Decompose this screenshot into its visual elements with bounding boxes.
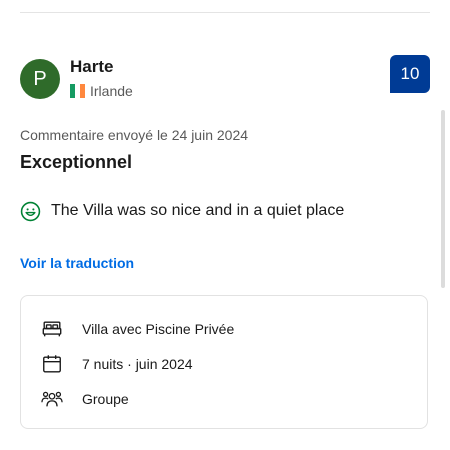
bed-icon [42, 321, 62, 337]
ireland-flag-icon [70, 84, 85, 98]
group-people-icon [41, 391, 63, 407]
review-title: Exceptionnel [20, 152, 133, 172]
calendar-icon [43, 355, 61, 373]
stay-traveler-row: Groupe [41, 388, 129, 410]
top-divider [20, 12, 430, 13]
stay-duration-text: 7 nuits · juin 2024 [82, 356, 193, 372]
stay-duration-row: 7 nuits · juin 2024 [41, 353, 193, 375]
positive-comment: The Villa was so nice and in a quiet pla… [20, 200, 344, 222]
review-score-badge: 10 [390, 55, 430, 93]
scrollbar[interactable] [441, 110, 445, 288]
positive-comment-text: The Villa was so nice and in a quiet pla… [51, 202, 345, 219]
stay-room-text: Villa avec Piscine Privée [82, 321, 235, 337]
avatar-initial: P [33, 67, 47, 90]
avatar: P [20, 59, 60, 99]
see-translation-link[interactable]: Voir la traduction [20, 255, 134, 271]
reviewer-country: Irlande [70, 82, 133, 100]
reviewer-name: Harte [70, 57, 114, 76]
stay-details-card: Villa avec Piscine Privée 7 nuits · juin… [20, 295, 428, 429]
stay-room-row: Villa avec Piscine Privée [41, 318, 234, 340]
smiley-face-icon [20, 201, 41, 221]
review-date: Commentaire envoyé le 24 juin 2024 [20, 127, 249, 143]
country-name: Irlande [90, 83, 133, 99]
stay-traveler-text: Groupe [82, 391, 129, 407]
